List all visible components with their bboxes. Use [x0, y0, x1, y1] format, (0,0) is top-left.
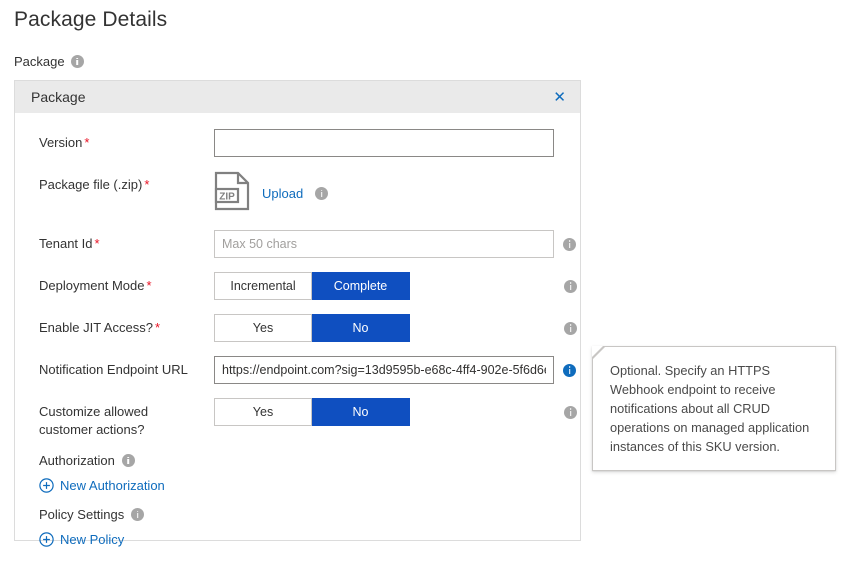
panel-header: Package ✕ — [15, 81, 580, 113]
deployment-mode-option-incremental[interactable]: Incremental — [214, 272, 312, 300]
new-policy-label: New Policy — [60, 532, 124, 547]
info-icon[interactable] — [564, 280, 577, 293]
label-notification-url: Notification Endpoint URL — [39, 356, 214, 379]
enable-jit-toggle: Yes No — [214, 314, 410, 342]
label-package-file: Package file (.zip)* — [39, 171, 214, 194]
zip-file-icon: ZIP — [214, 171, 250, 216]
label-customize-actions-text: Customize allowed customer actions? — [39, 404, 148, 437]
label-tenant-id-text: Tenant Id — [39, 236, 93, 251]
enable-jit-option-yes[interactable]: Yes — [214, 314, 312, 342]
label-tenant-id: Tenant Id* — [39, 230, 214, 253]
customize-actions-toggle: Yes No — [214, 398, 410, 426]
tooltip-pointer — [592, 346, 606, 360]
label-enable-jit-text: Enable JIT Access? — [39, 320, 153, 335]
label-customize-actions: Customize allowed customer actions? — [39, 398, 214, 439]
control-enable-jit: Yes No — [214, 314, 580, 342]
new-policy-button[interactable]: New Policy — [15, 532, 580, 547]
info-icon[interactable] — [71, 55, 84, 68]
customize-actions-option-yes[interactable]: Yes — [214, 398, 312, 426]
new-authorization-button[interactable]: New Authorization — [15, 478, 580, 493]
info-icon[interactable] — [315, 187, 328, 200]
panel-title: Package — [31, 89, 549, 105]
section-label-package: Package — [14, 54, 84, 69]
customize-actions-option-no[interactable]: No — [312, 398, 410, 426]
row-notification-url: Notification Endpoint URL — [15, 356, 580, 384]
notification-url-input[interactable] — [214, 356, 554, 384]
label-deployment-mode-text: Deployment Mode — [39, 278, 145, 293]
info-icon-active[interactable] — [563, 364, 576, 377]
label-package-file-text: Package file (.zip) — [39, 177, 142, 192]
info-icon[interactable] — [563, 238, 576, 251]
plus-circle-icon — [39, 478, 54, 493]
control-package-file: ZIP Upload — [214, 171, 580, 216]
control-deployment-mode: Incremental Complete — [214, 272, 580, 300]
row-tenant-id: Tenant Id* — [15, 230, 580, 258]
info-icon[interactable] — [131, 508, 144, 521]
authorization-label: Authorization — [39, 453, 115, 468]
required-marker: * — [147, 278, 152, 293]
row-deployment-mode: Deployment Mode* Incremental Complete — [15, 272, 580, 300]
svg-text:ZIP: ZIP — [219, 192, 235, 203]
info-icon[interactable] — [564, 322, 577, 335]
control-customize-actions: Yes No — [214, 398, 580, 426]
required-marker: * — [95, 236, 100, 251]
upload-link[interactable]: Upload — [262, 186, 303, 201]
notification-url-tooltip: Optional. Specify an HTTPS Webhook endpo… — [592, 346, 836, 471]
tooltip-text: Optional. Specify an HTTPS Webhook endpo… — [610, 363, 809, 454]
control-tenant-id — [214, 230, 580, 258]
new-authorization-label: New Authorization — [60, 478, 165, 493]
control-version — [214, 129, 580, 157]
label-enable-jit: Enable JIT Access?* — [39, 314, 214, 337]
policy-settings-heading: Policy Settings — [15, 507, 580, 522]
tenant-id-input[interactable] — [214, 230, 554, 258]
close-icon[interactable]: ✕ — [549, 88, 570, 107]
policy-settings-label: Policy Settings — [39, 507, 124, 522]
label-notification-url-text: Notification Endpoint URL — [39, 362, 188, 377]
required-marker: * — [155, 320, 160, 335]
panel-body: Version* Package file (.zip)* ZIP — [15, 113, 580, 547]
control-notification-url — [214, 356, 580, 384]
version-input[interactable] — [214, 129, 554, 157]
authorization-heading: Authorization — [15, 453, 580, 468]
row-customize-actions: Customize allowed customer actions? Yes … — [15, 398, 580, 439]
required-marker: * — [144, 177, 149, 192]
label-version: Version* — [39, 129, 214, 152]
section-label-text: Package — [14, 54, 65, 69]
row-package-file: Package file (.zip)* ZIP Upload — [15, 171, 580, 216]
package-panel: Package ✕ Version* Package file (.zip)* — [14, 80, 581, 541]
deployment-mode-option-complete[interactable]: Complete — [312, 272, 410, 300]
label-version-text: Version — [39, 135, 82, 150]
info-icon[interactable] — [122, 454, 135, 467]
label-deployment-mode: Deployment Mode* — [39, 272, 214, 295]
row-enable-jit: Enable JIT Access?* Yes No — [15, 314, 580, 342]
enable-jit-option-no[interactable]: No — [312, 314, 410, 342]
deployment-mode-toggle: Incremental Complete — [214, 272, 410, 300]
required-marker: * — [84, 135, 89, 150]
plus-circle-icon — [39, 532, 54, 547]
page-title: Package Details — [14, 8, 167, 32]
row-version: Version* — [15, 129, 580, 157]
info-icon[interactable] — [564, 406, 577, 419]
